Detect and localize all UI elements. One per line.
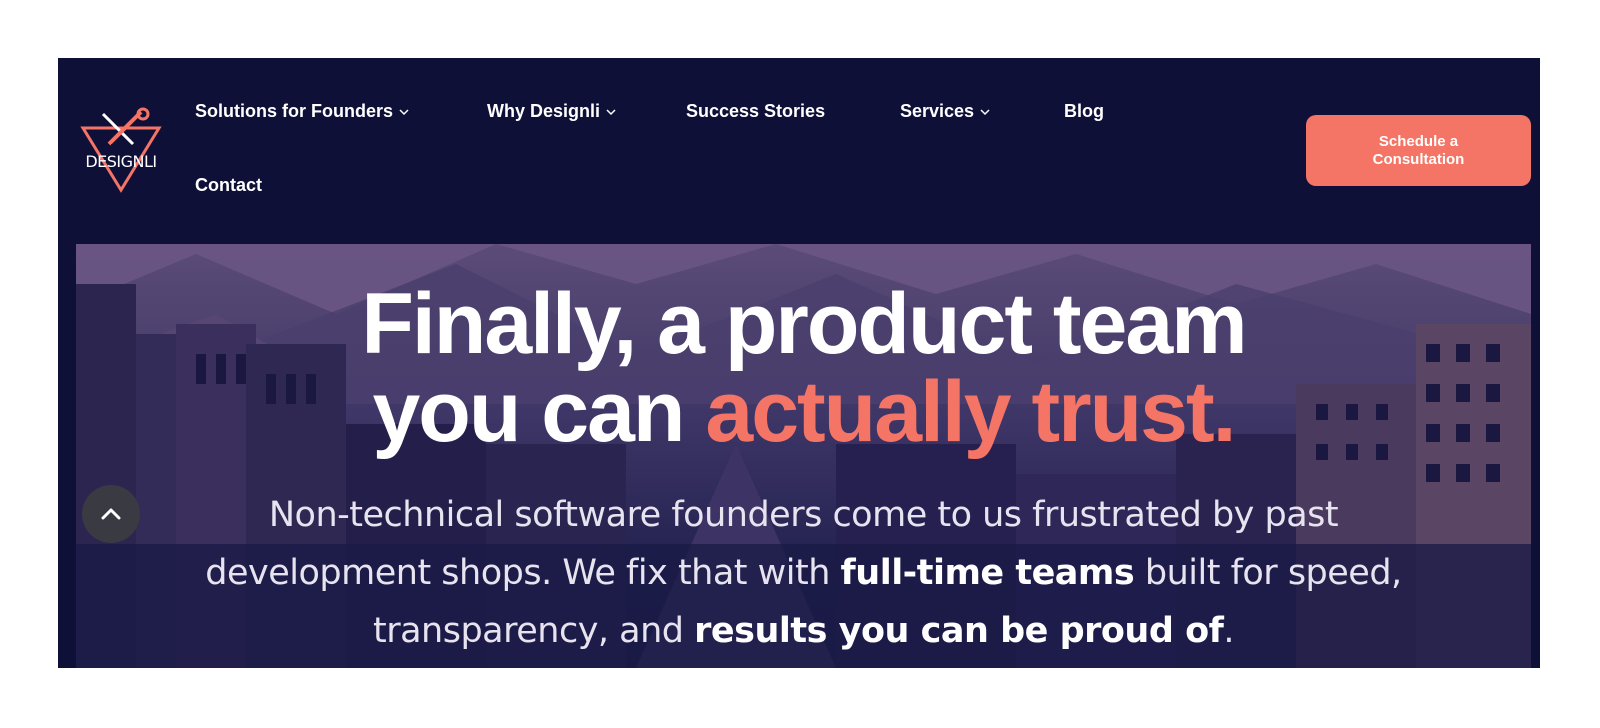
- hero-section: Finally, a product team you can actually…: [76, 244, 1531, 668]
- hero-title-line2: you can actually trust.: [76, 368, 1531, 456]
- site-header: DESIGNLI Solutions for Founders Why Desi…: [58, 58, 1540, 244]
- hero-title-prefix: you can: [372, 364, 685, 460]
- nav-item-label: Solutions for Founders: [195, 101, 393, 121]
- chevron-up-icon: [101, 508, 121, 520]
- nav-contact[interactable]: Contact: [195, 175, 262, 196]
- wrench-screwdriver-icon: [80, 107, 162, 193]
- nav-item-label: Blog: [1064, 101, 1104, 121]
- nav-item-label: Services: [900, 101, 975, 121]
- hero-sub-end: .: [1223, 611, 1235, 651]
- hero-sub-bold: full-time teams: [840, 553, 1135, 593]
- hero-title: Finally, a product team you can actually…: [76, 280, 1531, 456]
- nav-services[interactable]: Services: [900, 101, 990, 122]
- logo[interactable]: DESIGNLI: [75, 106, 167, 196]
- hero-title-accent: actually trust.: [705, 364, 1236, 460]
- hero-title-line1: Finally, a product team: [361, 276, 1247, 372]
- scroll-to-top-button[interactable]: [82, 485, 140, 543]
- nav-solutions-for-founders[interactable]: Solutions for Founders: [195, 101, 409, 122]
- nav-success-stories[interactable]: Success Stories: [686, 101, 825, 122]
- schedule-consultation-button[interactable]: Schedule a Consultation: [1306, 115, 1531, 186]
- nav-blog[interactable]: Blog: [1064, 101, 1104, 122]
- nav-item-label: Why Designli: [487, 101, 601, 121]
- page-frame: DESIGNLI Solutions for Founders Why Desi…: [58, 58, 1540, 668]
- hero-subtitle: Non-technical software founders come to …: [176, 486, 1431, 660]
- nav-item-label: Contact: [195, 175, 262, 195]
- nav-why-designli[interactable]: Why Designli: [487, 101, 616, 122]
- chevron-down-icon: [399, 108, 409, 115]
- logo-text: DESIGNLI: [85, 152, 157, 171]
- hero-sub-bold: results you can be proud of: [694, 611, 1224, 651]
- chevron-down-icon: [606, 108, 616, 115]
- nav-item-label: Success Stories: [686, 101, 826, 121]
- chevron-down-icon: [980, 108, 990, 115]
